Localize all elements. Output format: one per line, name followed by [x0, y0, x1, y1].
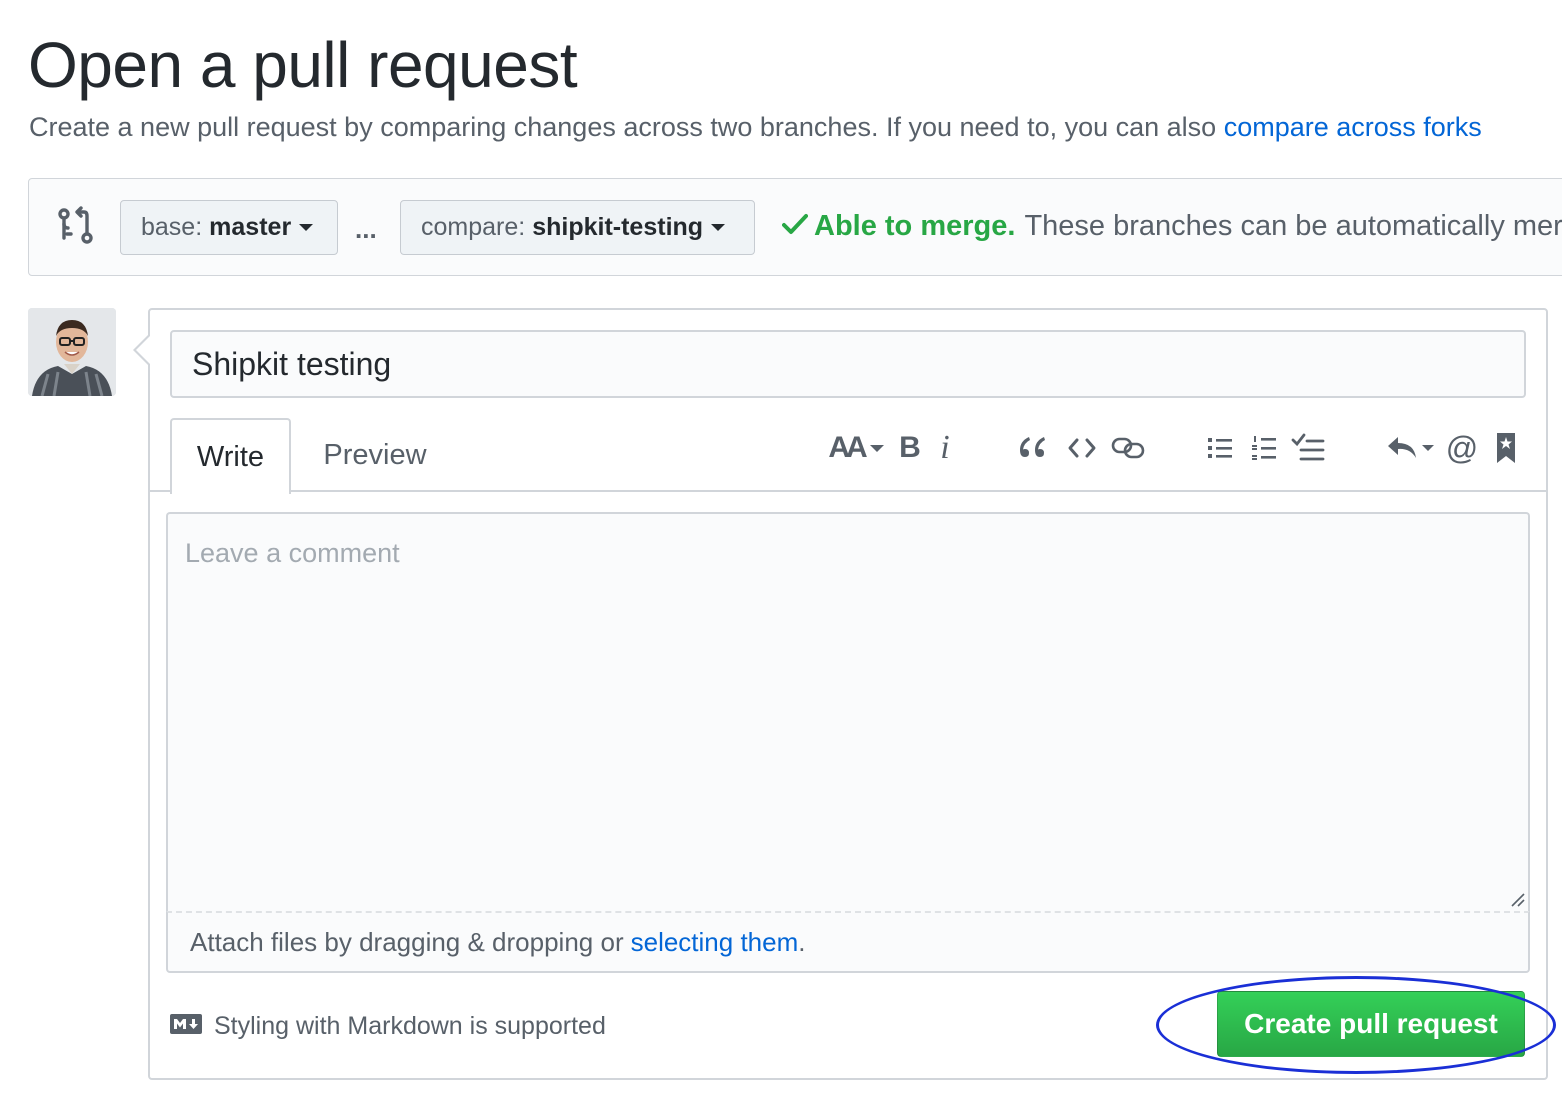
merge-status: Able to merge. These branches can be aut…: [782, 210, 1562, 243]
resize-handle-icon[interactable]: [1508, 890, 1526, 908]
unordered-list-icon[interactable]: [1202, 428, 1238, 468]
caret-down-icon: [299, 224, 314, 231]
task-list-icon[interactable]: [1288, 428, 1328, 468]
tab-preview[interactable]: Preview: [300, 418, 450, 492]
code-icon[interactable]: [1064, 428, 1100, 468]
merge-status-label: Able to merge.: [814, 210, 1016, 242]
page-title: Open a pull request: [28, 29, 578, 101]
select-files-link[interactable]: selecting them: [631, 927, 799, 958]
reply-icon[interactable]: [1384, 428, 1438, 468]
italic-button[interactable]: i: [932, 428, 958, 468]
markdown-note-text: Styling with Markdown is supported: [214, 1012, 606, 1040]
mention-button[interactable]: @: [1444, 428, 1480, 468]
tab-write[interactable]: Write: [170, 418, 291, 494]
bold-button[interactable]: B: [894, 428, 926, 468]
attach-files-bar[interactable]: Attach files by dragging & dropping or s…: [166, 911, 1530, 973]
title-input[interactable]: [170, 330, 1526, 398]
markdown-icon: [170, 1012, 214, 1041]
avatar[interactable]: [28, 308, 116, 396]
page-subtitle: Create a new pull request by comparing c…: [29, 112, 1482, 143]
create-pull-request-button[interactable]: Create pull request: [1217, 991, 1525, 1057]
markdown-note[interactable]: Styling with Markdown is supported: [170, 1012, 606, 1041]
base-branch-label: base:: [141, 213, 203, 241]
link-icon[interactable]: [1108, 428, 1148, 468]
compare-branch-label: compare:: [421, 213, 526, 241]
range-separator: ...: [355, 214, 377, 244]
comment-textarea[interactable]: [166, 512, 1530, 912]
header-text-label: AA: [828, 431, 867, 464]
base-branch-name: master: [209, 213, 292, 241]
attach-files-text: Attach files by dragging & dropping or: [190, 926, 624, 957]
merge-status-description: These branches can be automatically merg…: [1024, 210, 1562, 242]
form-pointer-inner: [136, 336, 150, 364]
compare-across-forks-link[interactable]: compare across forks: [1224, 112, 1482, 142]
attach-files-suffix: .: [798, 926, 806, 957]
check-icon: [782, 210, 808, 243]
bookmark-icon[interactable]: [1490, 428, 1522, 468]
caret-down-icon: [711, 224, 726, 231]
git-compare-icon: [56, 206, 94, 246]
compare-branch-button[interactable]: compare: shipkit-testing: [400, 200, 755, 255]
subtitle-text: Create a new pull request by comparing c…: [29, 112, 1217, 142]
caret-down-icon: [869, 444, 884, 452]
quote-icon[interactable]: [1014, 428, 1050, 468]
ordered-list-icon[interactable]: [1246, 428, 1282, 468]
compare-branch-name: shipkit-testing: [532, 213, 704, 241]
header-text-button[interactable]: AA: [826, 428, 886, 468]
base-branch-button[interactable]: base: master: [120, 200, 338, 255]
